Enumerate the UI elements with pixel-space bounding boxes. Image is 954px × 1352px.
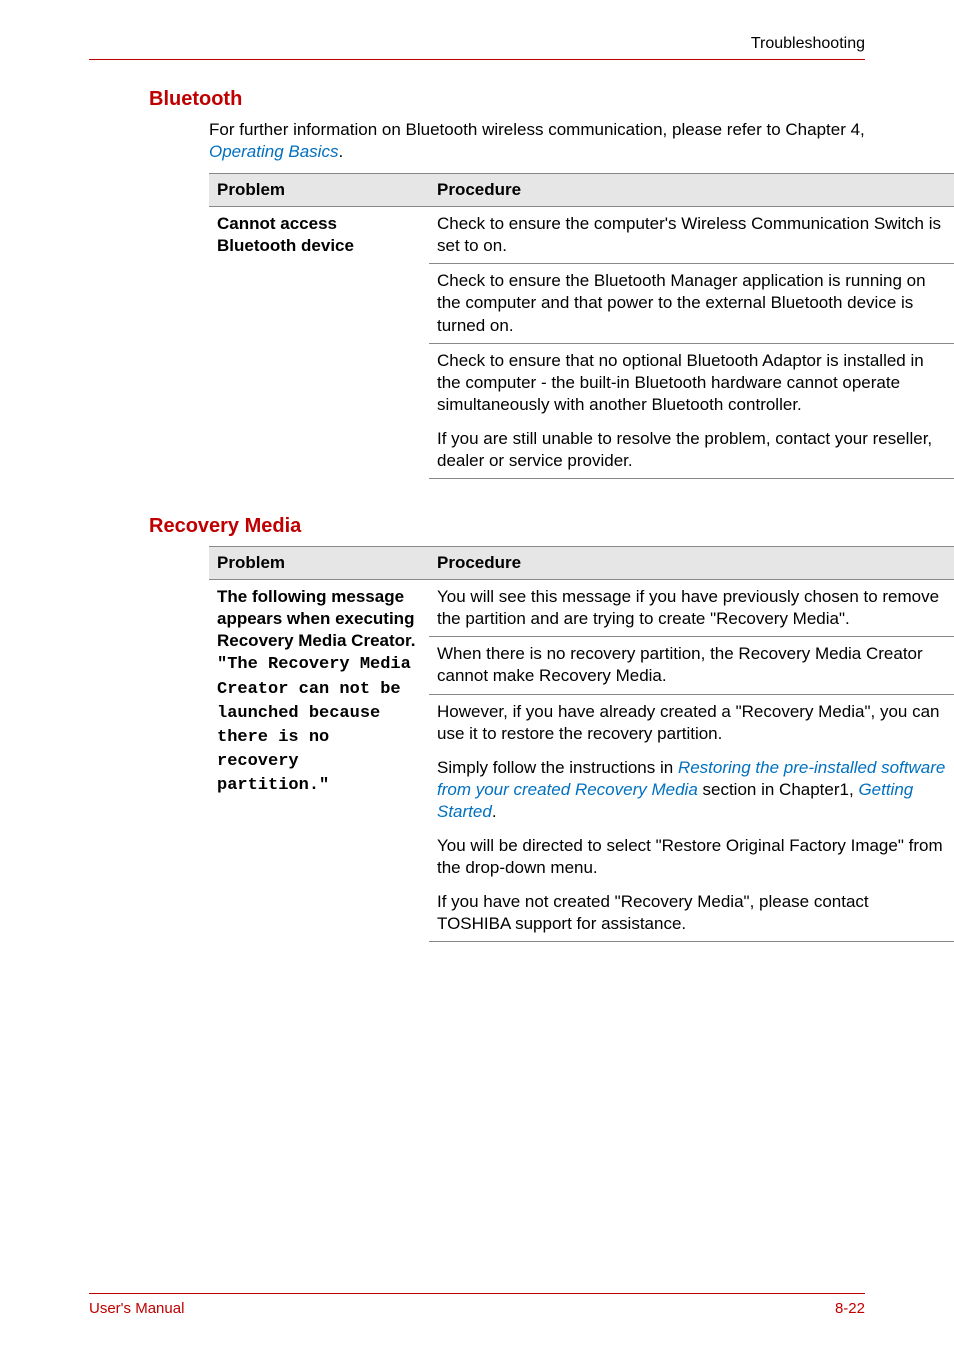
header-label: Troubleshooting: [751, 35, 865, 53]
bluetooth-intro: For further information on Bluetooth wir…: [209, 119, 865, 163]
recovery-procedure-6: If you have not created "Recovery Media"…: [429, 885, 954, 942]
recovery-proc4-mid: section in Chapter1,: [698, 780, 859, 799]
page-header: Troubleshooting: [89, 35, 865, 60]
col-header-procedure-2: Procedure: [429, 547, 954, 580]
recovery-procedure-1: You will see this message if you have pr…: [429, 580, 954, 637]
bluetooth-procedure-2: Check to ensure the Bluetooth Manager ap…: [429, 264, 954, 343]
recovery-procedure-5: You will be directed to select "Restore …: [429, 829, 954, 885]
section-heading-bluetooth: Bluetooth: [149, 88, 865, 111]
section-heading-recovery: Recovery Media: [149, 515, 865, 538]
bluetooth-procedure-4: If you are still unable to resolve the p…: [429, 422, 954, 479]
footer-right: 8-22: [835, 1300, 865, 1317]
recovery-problem-part2: "The Recovery Media Creator can not be l…: [217, 655, 411, 794]
recovery-proc4-prefix: Simply follow the instructions in: [437, 758, 678, 777]
recovery-proc4-suffix: .: [492, 802, 497, 821]
bluetooth-intro-prefix: For further information on Bluetooth wir…: [209, 120, 865, 139]
bluetooth-procedure-1: Check to ensure the computer's Wireless …: [429, 207, 954, 264]
footer-left: User's Manual: [89, 1300, 184, 1317]
bluetooth-intro-suffix: .: [338, 142, 343, 161]
link-operating-basics[interactable]: Operating Basics: [209, 142, 338, 161]
col-header-problem-2: Problem: [209, 547, 429, 580]
bluetooth-procedure-3: Check to ensure that no optional Bluetoo…: [429, 343, 954, 422]
recovery-procedure-4: Simply follow the instructions in Restor…: [429, 751, 954, 829]
col-header-procedure: Procedure: [429, 174, 954, 207]
recovery-procedure-3: However, if you have already created a "…: [429, 694, 954, 751]
recovery-problem-part1: The following message appears when execu…: [217, 587, 415, 650]
recovery-problem: The following message appears when execu…: [209, 580, 429, 942]
recovery-procedure-2: When there is no recovery partition, the…: [429, 637, 954, 694]
recovery-table: Problem Procedure The following message …: [209, 546, 954, 942]
col-header-problem: Problem: [209, 174, 429, 207]
bluetooth-table: Problem Procedure Cannot access Bluetoot…: [209, 173, 954, 479]
page-footer: User's Manual 8-22: [89, 1293, 865, 1317]
bluetooth-problem: Cannot access Bluetooth device: [209, 207, 429, 479]
